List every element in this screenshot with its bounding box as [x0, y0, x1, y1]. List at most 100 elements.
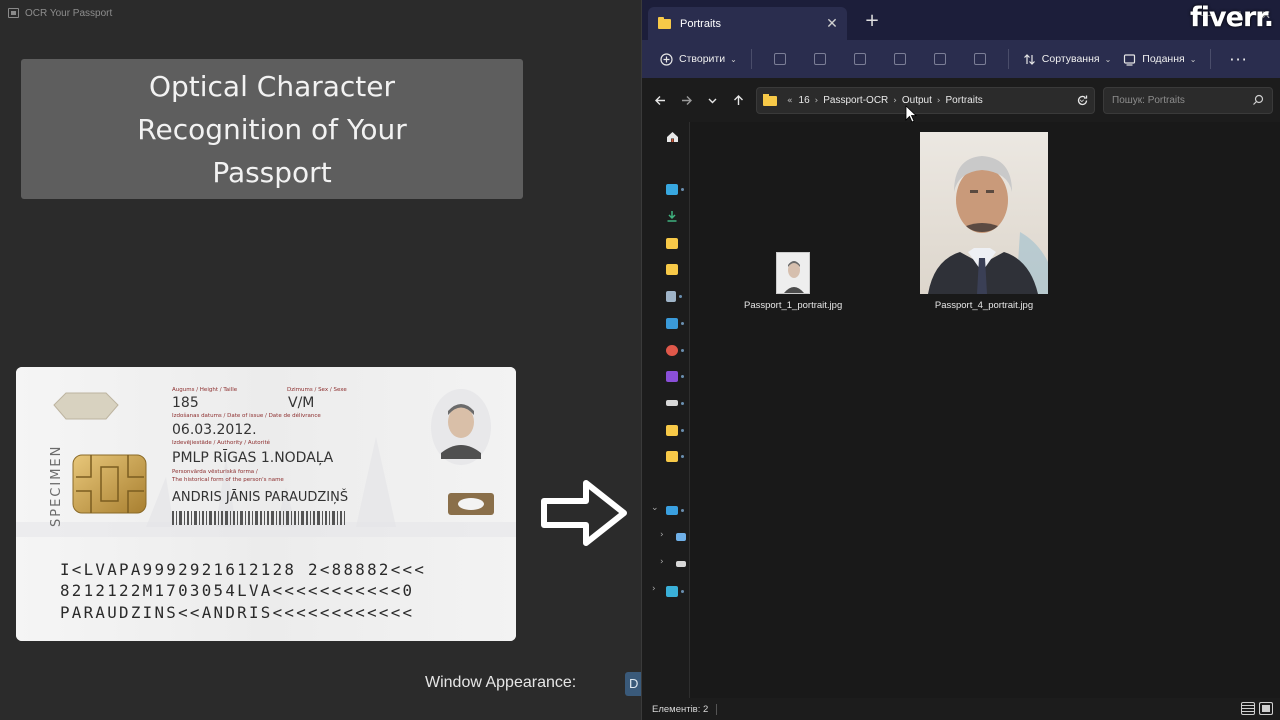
new-tab-button[interactable]: + — [862, 10, 882, 31]
sort-label: Сортування — [1041, 53, 1100, 65]
address-bar[interactable]: « 16 › Passport-OCR › Output › Portraits… — [756, 87, 1095, 114]
delete-button[interactable] — [960, 45, 1000, 73]
back-button[interactable] — [647, 87, 673, 113]
image-thumbnail — [776, 252, 811, 294]
passport-mrz-line-3: PARAUDZINS<<ANDRIS<<<<<<<<<<<< — [60, 603, 414, 622]
passport-mrz-line-2: 8212122M1703054LVA<<<<<<<<<<<0 — [60, 581, 414, 600]
search-input[interactable] — [1104, 88, 1244, 113]
breadcrumb-item[interactable]: Portraits — [946, 95, 983, 106]
breadcrumb-item[interactable]: 16 — [799, 95, 810, 106]
breadcrumb-item[interactable]: Passport-OCR — [823, 95, 888, 106]
folder-icon — [666, 263, 678, 275]
folder-icon — [658, 16, 671, 29]
file-item[interactable]: Passport_4_portrait.jpg — [920, 132, 1048, 311]
chevron-right-icon[interactable]: › — [652, 584, 656, 594]
chevron-right-icon[interactable]: › — [660, 557, 664, 567]
cut-icon — [773, 53, 786, 65]
passport-name-value: ANDRIS JĀNIS PARAUDZIŅŠ — [172, 489, 348, 505]
window-appearance-label: Window Appearance: — [425, 674, 577, 691]
file-explorer-window: Portraits ✕ + — □ ✕ fiverr. Створити ⌄ С… — [641, 0, 1280, 720]
explorer-tab-bar: Portraits ✕ + — □ ✕ fiverr. — [642, 0, 1280, 40]
sidebar-item-music[interactable] — [666, 343, 686, 357]
video-icon — [666, 370, 678, 382]
sidebar-item-videos[interactable] — [666, 369, 686, 383]
search-icon — [1253, 94, 1264, 105]
passport-image: SPECIMEN Augums / Height / Taille Dzimum… — [16, 367, 516, 641]
paste-icon — [853, 53, 866, 65]
mouse-cursor-icon — [905, 105, 917, 123]
search-box[interactable] — [1103, 87, 1273, 114]
toolbar-divider — [750, 49, 752, 69]
window-appearance-select[interactable]: D — [625, 672, 641, 696]
close-tab-button[interactable]: ✕ — [821, 16, 843, 32]
share-button[interactable] — [920, 45, 960, 73]
passport-height-value: 185 — [172, 395, 199, 411]
passport-photo — [431, 389, 491, 465]
copy-button[interactable] — [800, 45, 840, 73]
file-item[interactable]: Passport_1_portrait.jpg — [744, 252, 842, 311]
sort-icon — [1023, 53, 1036, 66]
chevron-right-icon[interactable]: › — [660, 530, 664, 540]
app-icon — [8, 8, 19, 18]
drive-icon — [666, 400, 678, 406]
breadcrumb-overflow[interactable]: « — [787, 96, 793, 106]
tab-portraits[interactable]: Portraits ✕ — [648, 7, 847, 40]
delete-icon — [973, 53, 986, 65]
create-label: Створити — [679, 53, 726, 65]
create-button[interactable]: Створити ⌄ — [654, 45, 743, 73]
breadcrumb-chevron-icon: › — [814, 95, 819, 106]
document-icon — [666, 290, 676, 302]
forward-button[interactable] — [673, 87, 699, 113]
sidebar-item-desktop[interactable] — [666, 182, 686, 196]
folder-icon — [666, 450, 678, 462]
more-options-button[interactable]: ··· — [1229, 50, 1247, 69]
home-icon — [667, 132, 678, 142]
breadcrumb-chevron-icon: › — [893, 95, 897, 106]
arrow-right-icon — [681, 95, 692, 105]
app-window-title: OCR Your Passport — [25, 7, 113, 19]
pictures-icon — [666, 317, 678, 329]
paste-button[interactable] — [840, 45, 880, 73]
passport-issue-label: Izdošanas datums / Date of issue / Date … — [172, 412, 321, 419]
refresh-icon — [1077, 95, 1087, 106]
file-name: Passport_4_portrait.jpg — [934, 300, 1034, 311]
refresh-button[interactable] — [1070, 87, 1094, 114]
passport-historical-label-1: Personvārda vēsturiskā forma / — [172, 469, 258, 475]
cut-button[interactable] — [760, 45, 800, 73]
passport-emblem-icon — [53, 392, 119, 420]
sidebar-item-pictures[interactable] — [666, 316, 686, 330]
passport-chip-icon — [72, 454, 147, 514]
sidebar-item-documents[interactable] — [666, 289, 686, 303]
tiles-view-icon[interactable] — [1259, 702, 1273, 715]
sidebar-item-folder[interactable] — [666, 236, 686, 250]
sidebar-item-home[interactable] — [666, 130, 686, 144]
recent-locations-button[interactable] — [699, 87, 725, 113]
network-icon — [666, 585, 678, 597]
plus-circle-icon — [660, 52, 673, 66]
status-bar: Елементів: 2 — [642, 698, 1280, 720]
heading-panel: Optical Character Recognition of Your Pa… — [21, 59, 523, 199]
navigation-pane: ⌄ › › › — [642, 122, 690, 698]
chevron-down-icon: ⌄ — [1189, 54, 1197, 64]
sidebar-item-drive[interactable] — [666, 396, 686, 410]
sidebar-item-downloads[interactable] — [666, 209, 686, 223]
breadcrumb-chevron-icon: › — [936, 95, 941, 106]
chevron-down-icon[interactable]: ⌄ — [651, 503, 659, 513]
sort-button[interactable]: Сортування ⌄ — [1017, 45, 1118, 73]
download-icon — [667, 211, 677, 222]
up-button[interactable] — [725, 87, 751, 113]
app-titlebar: OCR Your Passport — [0, 0, 641, 26]
sidebar-item-folder[interactable] — [666, 449, 686, 463]
sidebar-item-folder[interactable] — [666, 262, 686, 276]
sidebar-item-folder[interactable] — [666, 423, 686, 437]
passport-sex-value: V/M — [288, 395, 314, 411]
view-button[interactable]: Подання ⌄ — [1117, 45, 1202, 73]
details-view-icon[interactable] — [1241, 702, 1255, 715]
folder-icon — [666, 237, 678, 249]
folder-icon — [666, 424, 678, 436]
arrow-left-icon — [654, 95, 665, 105]
rename-button[interactable] — [880, 45, 920, 73]
sidebar-item-network[interactable] — [666, 584, 686, 598]
sidebar-item-this-pc[interactable] — [666, 503, 686, 517]
fiverr-watermark: fiverr. — [1190, 2, 1274, 33]
